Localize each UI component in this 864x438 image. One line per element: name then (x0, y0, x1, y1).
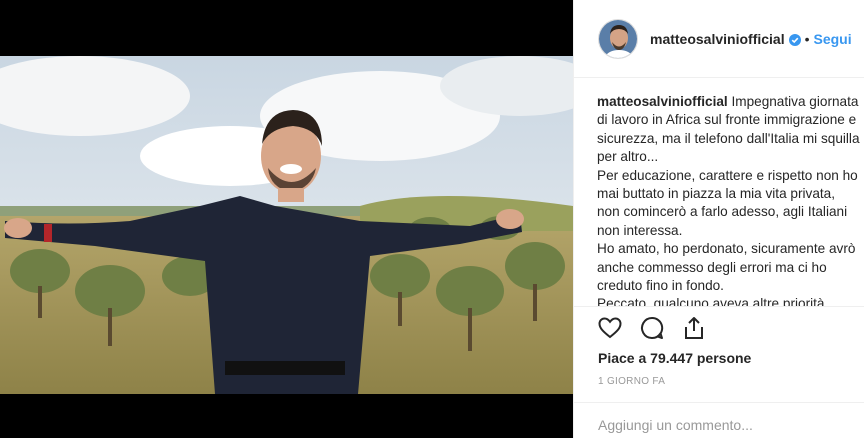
avatar[interactable] (598, 18, 638, 59)
post-username[interactable]: matteosalviniofficial (650, 31, 785, 47)
divider (574, 306, 864, 307)
comment-input[interactable]: Aggiungi un commento... (598, 417, 753, 433)
follow-button[interactable]: Segui (814, 31, 852, 47)
likes-prefix: Piace a (598, 350, 651, 366)
caption-text: Per educazione, carattere e rispetto non… (597, 167, 858, 238)
divider (574, 402, 864, 403)
post-caption: matteosalviniofficial Impegnativa giorna… (597, 93, 861, 306)
likes-count[interactable]: Piace a 79.447 persone (598, 350, 751, 366)
photo-image (0, 56, 573, 394)
comment-icon[interactable] (639, 315, 665, 341)
share-icon[interactable] (681, 315, 707, 341)
caption-username[interactable]: matteosalviniofficial (597, 94, 728, 109)
action-bar (597, 315, 707, 341)
post-header: matteosalviniofficial • Segui (574, 0, 864, 78)
post-photo[interactable] (0, 56, 573, 394)
likes-suffix: persone (692, 350, 752, 366)
post-panel: matteosalviniofficial • Segui matteosalv… (573, 0, 864, 438)
caption-text: Ho amato, ho perdonato, sicuramente avrò… (597, 241, 856, 294)
post-timestamp[interactable]: 1 GIORNO FA (598, 376, 665, 387)
caption-text: Peccato, qualcuno aveva altre priorità. (597, 296, 829, 306)
verified-badge-icon (788, 33, 801, 46)
likes-number: 79.447 (650, 350, 693, 366)
heart-icon[interactable] (597, 315, 623, 341)
post-media (0, 0, 573, 438)
separator-dot: • (804, 30, 810, 47)
caption-paragraph: matteosalviniofficial Impegnativa giorna… (597, 93, 861, 167)
